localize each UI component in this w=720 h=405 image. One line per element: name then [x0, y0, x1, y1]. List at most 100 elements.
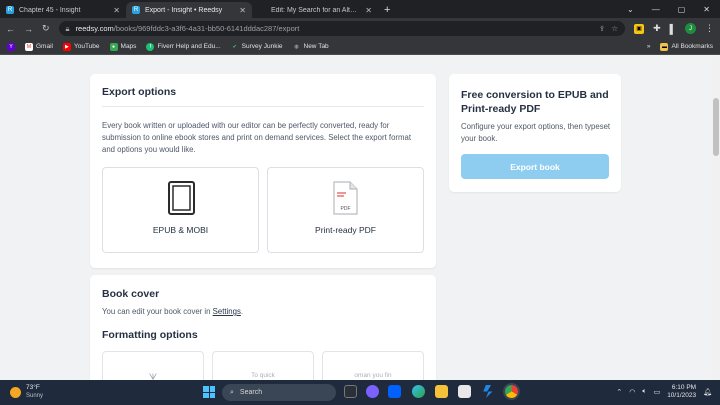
close-tab-icon[interactable]: ✕: [365, 6, 372, 15]
bookmark-new-tab[interactable]: ◍ New Tab: [293, 43, 328, 51]
chrome-browser-icon[interactable]: [505, 385, 518, 398]
teams-chat-icon[interactable]: [366, 385, 379, 398]
dropbox-icon[interactable]: [388, 385, 401, 398]
close-tab-icon[interactable]: ✕: [113, 6, 120, 15]
share-icon[interactable]: ⇪: [599, 24, 605, 33]
maps-icon: ●: [109, 42, 118, 51]
taskbar-search[interactable]: ⌕ Search: [222, 384, 336, 401]
tab-search-icon[interactable]: ⌄: [627, 5, 634, 14]
weather-widget[interactable]: 73°F Sunny: [10, 384, 43, 400]
bookmark-youtube[interactable]: ▶ YouTube: [62, 42, 100, 51]
bookmark-maps[interactable]: ● Maps: [109, 42, 137, 51]
clock-date: 10/1/2023: [667, 392, 697, 399]
globe-icon: ◍: [294, 43, 299, 50]
divider: [102, 106, 424, 107]
weather-temperature: 73°F: [26, 384, 40, 391]
bookmarks-overflow-icon[interactable]: »: [647, 43, 651, 50]
yahoo-bookmark[interactable]: Y: [7, 42, 15, 51]
taskbar: 73°F Sunny ⌕ Search ⌃ ◠ 🔈︎ ▭ 6:10 PM 10/…: [0, 380, 720, 405]
bookmark-label: Maps: [120, 43, 137, 50]
profile-avatar[interactable]: J: [685, 23, 696, 34]
export-options-description: Every book written or uploaded with our …: [102, 121, 412, 154]
forward-icon[interactable]: →: [24, 24, 33, 34]
reload-icon[interactable]: ↻: [42, 23, 50, 34]
gmail-icon: M: [25, 42, 33, 51]
bookmark-label: Fiverr Help and Edu...: [157, 43, 221, 50]
close-tab-icon[interactable]: ✕: [239, 6, 246, 15]
microsoft-store-icon[interactable]: [458, 385, 471, 398]
tray-overflow-chevron-icon[interactable]: ⌃: [616, 388, 622, 396]
minimize-icon[interactable]: —: [652, 5, 660, 14]
menu-kebab-icon[interactable]: ⋮: [705, 23, 714, 34]
notifications-bell-icon[interactable]: 🔔︎: [703, 388, 712, 396]
scrollbar-thumb[interactable]: [713, 98, 719, 156]
format-option-print-pdf[interactable]: PDF Print-ready PDF: [267, 167, 424, 253]
formatting-theme-option[interactable]: To quick: [212, 351, 314, 380]
yahoo-icon: Y: [7, 42, 15, 51]
settings-link[interactable]: Settings: [213, 307, 241, 316]
export-options-card: Export options Every book written or upl…: [90, 74, 436, 268]
all-bookmarks-label: All Bookmarks: [671, 43, 713, 50]
bookmark-survey-junkie[interactable]: ✔ Survey Junkie: [231, 43, 283, 51]
book-cover-card: Book cover You can edit your book cover …: [90, 275, 436, 380]
fiverr-icon: f: [146, 42, 155, 51]
bookmark-star-icon[interactable]: ☆: [611, 24, 618, 33]
url-host: reedsy.com: [75, 24, 114, 33]
lock-icon: 🔒︎: [65, 23, 70, 33]
free-conversion-card: Free conversion to EPUB and Print-ready …: [449, 74, 621, 192]
tab-chapter-45[interactable]: R Chapter 45 - Insight ✕: [0, 2, 126, 18]
url-path: /books/969fddc3-a3f6-4a31-bb50-6141dddac…: [113, 24, 300, 33]
sun-icon: [10, 386, 21, 398]
youtube-icon: ▶: [62, 42, 71, 51]
extension-icon[interactable]: ▣: [634, 23, 645, 34]
edge-browser-icon[interactable]: [412, 385, 425, 398]
pdf-badge: PDF: [341, 206, 351, 212]
back-icon[interactable]: ←: [6, 24, 15, 34]
system-tray: ⌃ ◠ 🔈︎ ▭ 6:10 PM 10/1/2023 🔔︎: [616, 384, 712, 400]
clock[interactable]: 6:10 PM 10/1/2023: [667, 384, 696, 400]
format-option-label: Print-ready PDF: [315, 225, 376, 235]
formatting-options-title: Formatting options: [102, 329, 198, 341]
book-cover-text: You can edit your book cover in Settings…: [102, 306, 424, 318]
tab-export[interactable]: R Export - Insight • Reedsy ✕: [126, 2, 252, 18]
window-controls: ⌄ — ▢ ✕: [627, 0, 720, 18]
close-window-icon[interactable]: ✕: [703, 5, 710, 14]
formatting-theme-option[interactable]: ᗐ: [102, 351, 204, 380]
tab-label: Chapter 45 - Insight: [19, 6, 81, 14]
book-cover-title: Book cover: [102, 288, 160, 300]
maximize-icon[interactable]: ▢: [678, 5, 686, 14]
export-book-button[interactable]: Export book: [461, 154, 609, 179]
folder-icon: ▬: [660, 42, 669, 51]
bookmark-gmail[interactable]: M Gmail: [25, 42, 53, 51]
tab-label: Edit: My Search for an Alternati: [271, 6, 361, 14]
format-option-label: EPUB & MOBI: [152, 225, 209, 235]
file-explorer-icon[interactable]: [435, 385, 448, 398]
book-cover-text-after: .: [240, 307, 244, 316]
tab-edit[interactable]: Edit: My Search for an Alternati ✕: [252, 2, 378, 18]
lightning-app-icon[interactable]: [483, 385, 493, 398]
free-conversion-description: Configure your export options, then type…: [461, 122, 611, 143]
page-scrollbar[interactable]: [712, 56, 720, 380]
browser-toolbar: ← → ↻ 🔒︎ reedsy.com/books/969fddc3-a3f6-…: [0, 18, 720, 39]
sidepanel-icon[interactable]: ▌: [670, 24, 676, 34]
ereader-icon: [168, 181, 195, 215]
page-favicon-icon: [258, 6, 266, 14]
wifi-icon[interactable]: ◠: [629, 388, 635, 396]
all-bookmarks[interactable]: ▬ All Bookmarks: [660, 42, 713, 51]
format-option-epub-mobi[interactable]: EPUB & MOBI: [102, 167, 259, 253]
start-button-windows-icon[interactable]: [203, 386, 215, 398]
extensions-puzzle-icon[interactable]: ✚: [653, 23, 661, 34]
new-tab-button[interactable]: +: [384, 2, 390, 18]
volume-icon[interactable]: 🔈︎: [642, 388, 646, 396]
task-view-icon[interactable]: [344, 385, 357, 398]
bookmarks-bar: Y M Gmail ▶ YouTube ● Maps f Fiverr Help and…: [0, 39, 720, 55]
theme-preview-glyph: ᗐ: [148, 372, 158, 380]
tab-strip: R Chapter 45 - Insight ✕ R Export - Insi…: [0, 0, 720, 18]
address-bar[interactable]: 🔒︎ reedsy.com/books/969fddc3-a3f6-4a31-b…: [58, 21, 626, 36]
bookmark-label: YouTube: [73, 43, 100, 50]
formatting-theme-option[interactable]: oman you fin: [322, 351, 424, 380]
url-text: reedsy.com/books/969fddc3-a3f6-4a31-bb50…: [76, 24, 300, 33]
battery-icon[interactable]: ▭: [654, 388, 661, 396]
theme-preview-text: oman you fin: [354, 372, 392, 379]
bookmark-fiverr[interactable]: f Fiverr Help and Edu...: [146, 42, 221, 51]
